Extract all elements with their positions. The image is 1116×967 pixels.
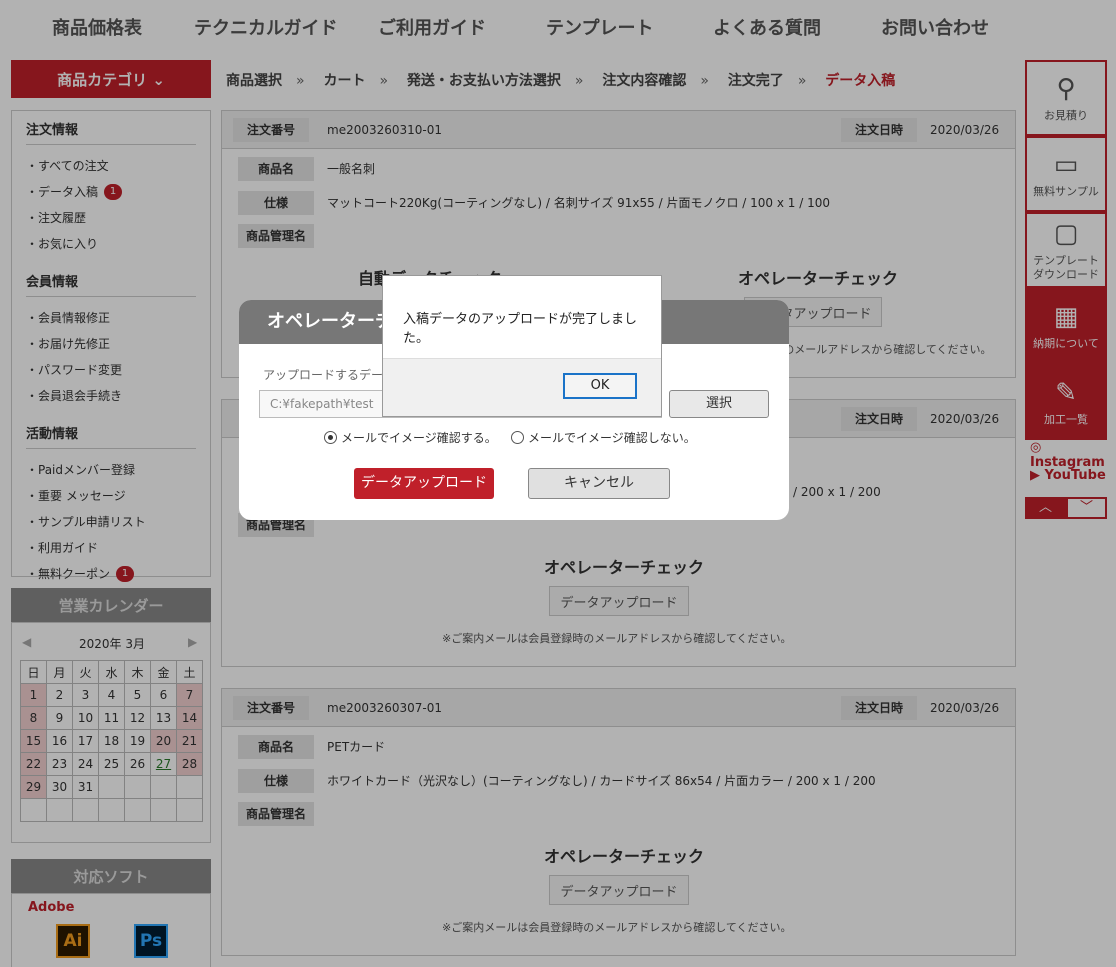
select-file-button[interactable]: 選択 [669,390,769,418]
radio-no-mail-confirm[interactable]: メールでイメージ確認しない。 [511,429,696,446]
alert-footer: OK [383,358,661,416]
upload-complete-alert: 入稿データのアップロードが完了しました。 OK [382,275,662,417]
alert-message: 入稿データのアップロードが完了しました。 [403,312,638,346]
modal-cancel-button[interactable]: キャンセル [528,468,670,499]
radio-mail-confirm[interactable]: メールでイメージ確認する。 [324,429,497,446]
radio-selected-icon [324,431,337,444]
alert-ok-button[interactable]: OK [563,373,637,399]
modal-upload-button[interactable]: データアップロード [354,468,494,499]
upload-file-label: アップロードするデー [263,368,384,382]
radio-unselected-icon [511,431,524,444]
